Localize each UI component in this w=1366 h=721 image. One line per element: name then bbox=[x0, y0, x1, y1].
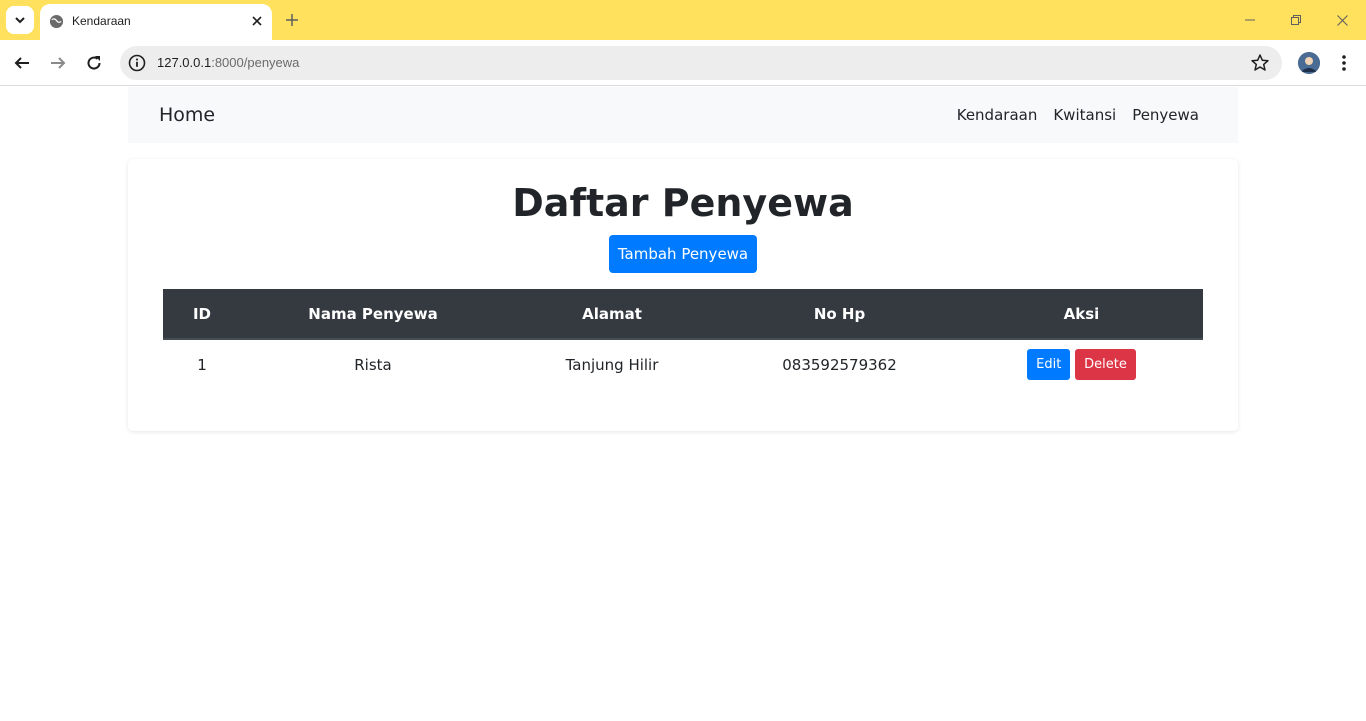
edit-button[interactable]: Edit bbox=[1027, 349, 1071, 380]
browser-tab[interactable]: Kendaraan bbox=[40, 4, 272, 40]
nav-link-penyewa[interactable]: Penyewa bbox=[1132, 106, 1199, 124]
arrow-left-icon bbox=[14, 57, 29, 69]
nav-link-kwitansi[interactable]: Kwitansi bbox=[1053, 106, 1116, 124]
close-icon bbox=[1336, 14, 1348, 26]
profile-avatar[interactable] bbox=[1298, 52, 1320, 74]
delete-button[interactable]: Delete bbox=[1075, 349, 1136, 380]
tab-title: Kendaraan bbox=[72, 14, 131, 28]
plus-icon bbox=[286, 14, 298, 26]
column-header-no-hp: No Hp bbox=[719, 289, 960, 340]
column-header-aksi: Aksi bbox=[960, 289, 1203, 340]
url-path: :8000/penyewa bbox=[211, 55, 300, 70]
restore-button[interactable] bbox=[1274, 6, 1318, 34]
restore-icon bbox=[1291, 15, 1301, 25]
nav-link-kendaraan[interactable]: Kendaraan bbox=[957, 106, 1038, 124]
browser-tab-bar: Kendaraan bbox=[0, 0, 1366, 40]
tab-search-button[interactable] bbox=[6, 6, 34, 34]
table-row: 1 Rista Tanjung Hilir 083592579362 Edit … bbox=[163, 339, 1203, 389]
close-window-button[interactable] bbox=[1320, 6, 1364, 34]
info-icon[interactable] bbox=[128, 54, 146, 72]
reload-icon bbox=[87, 56, 101, 70]
back-button[interactable] bbox=[7, 48, 37, 78]
minimize-icon bbox=[1245, 19, 1255, 21]
address-bar[interactable]: 127.0.0.1:8000/penyewa bbox=[120, 46, 1282, 80]
chevron-down-icon bbox=[15, 17, 25, 24]
close-icon bbox=[252, 16, 262, 26]
new-tab-button[interactable] bbox=[282, 10, 302, 30]
navbar-links: Kendaraan Kwitansi Penyewa bbox=[957, 106, 1199, 124]
site-navbar: Home Kendaraan Kwitansi Penyewa bbox=[128, 87, 1238, 143]
content-card: Daftar Penyewa Tambah Penyewa ID Nama Pe… bbox=[128, 159, 1238, 431]
column-header-nama: Nama Penyewa bbox=[241, 289, 505, 340]
arrow-right-icon bbox=[51, 57, 66, 69]
cell-alamat: Tanjung Hilir bbox=[565, 355, 659, 374]
browser-toolbar: 127.0.0.1:8000/penyewa bbox=[0, 40, 1366, 86]
forward-button[interactable] bbox=[43, 48, 73, 78]
tab-close-button[interactable] bbox=[248, 12, 266, 30]
reload-button[interactable] bbox=[79, 48, 109, 78]
cell-id: 1 bbox=[197, 355, 207, 374]
page-title: Daftar Penyewa bbox=[512, 181, 854, 225]
navbar-brand-home[interactable]: Home bbox=[159, 104, 215, 126]
cell-aksi: Edit Delete bbox=[960, 339, 1203, 389]
column-header-alamat: Alamat bbox=[505, 289, 719, 340]
globe-icon bbox=[49, 14, 64, 29]
more-vert-icon bbox=[1342, 55, 1346, 71]
star-icon[interactable] bbox=[1250, 53, 1270, 73]
penyewa-table: ID Nama Penyewa Alamat No Hp Aksi 1 Rist… bbox=[163, 289, 1203, 389]
browser-menu-button[interactable] bbox=[1334, 52, 1354, 74]
cell-nama: Rista bbox=[354, 355, 392, 374]
cell-no-hp: 083592579362 bbox=[782, 355, 897, 374]
avatar-icon bbox=[1298, 52, 1320, 74]
minimize-button[interactable] bbox=[1228, 6, 1272, 34]
column-header-id: ID bbox=[163, 289, 241, 340]
url-host: 127.0.0.1 bbox=[157, 55, 212, 70]
add-penyewa-button[interactable]: Tambah Penyewa bbox=[609, 235, 757, 273]
table-header-row: ID Nama Penyewa Alamat No Hp Aksi bbox=[163, 289, 1203, 340]
url-text: 127.0.0.1:8000/penyewa bbox=[157, 55, 299, 70]
